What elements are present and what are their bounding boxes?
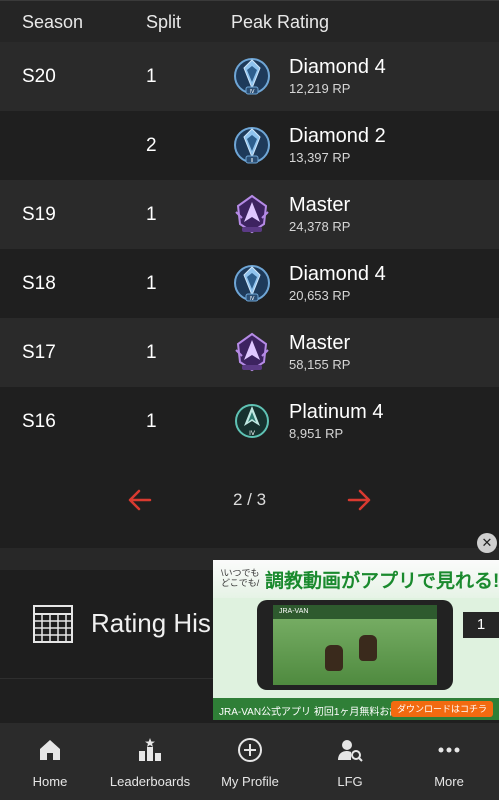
rating-history-title: Rating His [91, 608, 211, 638]
split-cell: 1 [146, 204, 157, 225]
arrow-right-icon[interactable] [345, 486, 373, 514]
header-season: Season [22, 12, 84, 32]
nav-label: More [434, 774, 464, 789]
nav-my-profile[interactable]: My Profile [200, 723, 300, 800]
rank-rp: 20,653 RP [289, 288, 351, 303]
table-row: S17 1 Master 58,155 RP [0, 318, 499, 387]
add-circle-icon [238, 738, 262, 762]
ad-footer: JRA-VAN公式アプリ 初回1ヶ月無料お試し! ダウンロードはコチラ [213, 698, 499, 720]
nav-lfg[interactable]: LFG [300, 723, 400, 800]
bottom-nav: Home Leaderboards My Profile LFG More [0, 723, 499, 800]
master-badge-icon [235, 332, 269, 372]
split-cell: 2 [146, 135, 157, 156]
pagination: 2 / 3 [0, 470, 499, 530]
rank-rp: 24,378 RP [289, 219, 351, 234]
user-search-icon [338, 740, 363, 762]
ad-download-button[interactable]: ダウンロードはコチラ [390, 701, 493, 717]
home-icon [40, 740, 60, 760]
table-row: 2 II Diamond 2 13,397 RP [0, 111, 499, 180]
rank-rp: 13,397 RP [289, 150, 351, 165]
more-dots-icon [438, 747, 460, 753]
diamond-badge-icon: II [234, 127, 270, 164]
ad-bottom-text: JRA-VAN公式アプリ 初回1ヶ月無料お試し! [219, 707, 413, 718]
nav-label: Home [32, 774, 68, 789]
page-indicator: 2 / 3 [232, 490, 267, 509]
nav-leaderboards[interactable]: Leaderboards [100, 723, 200, 800]
header-peak-rating: Peak Rating [231, 12, 330, 32]
page-number-badge: 1 [463, 612, 499, 638]
rank-name: Diamond 2 [289, 125, 386, 147]
split-cell: 1 [146, 273, 157, 294]
diamond-badge-icon: IV [234, 265, 270, 302]
header-split: Split [146, 12, 182, 32]
season-cell: S19 [22, 204, 56, 225]
rank-rp: 58,155 RP [289, 357, 351, 372]
ad-phone-image: JRA-VAN [257, 600, 453, 690]
season-cell: S16 [22, 411, 56, 432]
table-row: S19 1 Master 24,378 RP [0, 180, 499, 249]
nav-more[interactable]: More [399, 723, 499, 800]
season-cell: S18 [22, 273, 56, 294]
calendar-grid-icon [33, 605, 73, 643]
table-row: S18 1 IV Diamond 4 20,653 RP [0, 249, 499, 318]
ad-header: \いつでも どこでも/ 調教動画がアプリで見れる! [213, 560, 499, 598]
rank-name: Platinum 4 [289, 401, 384, 423]
season-cell: S17 [22, 342, 56, 363]
ad-banner[interactable]: \いつでも どこでも/ 調教動画がアプリで見れる! JRA-VAN JRA-VA… [213, 560, 499, 720]
season-cell: S20 [22, 66, 56, 87]
rank-rp: 8,951 RP [289, 426, 344, 441]
ad-tagline: \いつでも どこでも/ [221, 568, 260, 588]
leaderboard-icon [139, 738, 161, 761]
nav-label: My Profile [221, 774, 279, 789]
rank-name: Diamond 4 [289, 263, 386, 285]
nav-label: Leaderboards [109, 774, 191, 789]
table-row: S20 1 IV Diamond 4 12,219 RP [0, 42, 499, 111]
ad-video-thumbnail: JRA-VAN [273, 605, 437, 685]
table-header: Season Split Peak Rating [0, 0, 499, 43]
master-badge-icon [235, 194, 269, 234]
table-row: S16 1 IV Platinum 4 8,951 RP [0, 387, 499, 456]
split-cell: 1 [146, 411, 157, 432]
svg-text:IV: IV [250, 296, 255, 302]
split-cell: 1 [146, 66, 157, 87]
platinum-badge-icon: IV [235, 404, 269, 438]
nav-label: LFG [337, 774, 363, 789]
svg-text:II: II [251, 158, 254, 164]
split-cell: 1 [146, 342, 157, 363]
diamond-badge-icon: IV [234, 58, 270, 95]
nav-home[interactable]: Home [0, 723, 100, 800]
ad-headline: 調教動画がアプリで見れる! [265, 571, 499, 592]
rank-name: Diamond 4 [289, 56, 386, 78]
rank-name: Master [289, 332, 351, 354]
rank-rp: 12,219 RP [289, 81, 351, 96]
svg-text:IV: IV [250, 89, 255, 95]
ad-close-button[interactable]: ✕ [477, 533, 497, 553]
rank-name: Master [289, 194, 351, 216]
svg-text:IV: IV [249, 430, 256, 437]
